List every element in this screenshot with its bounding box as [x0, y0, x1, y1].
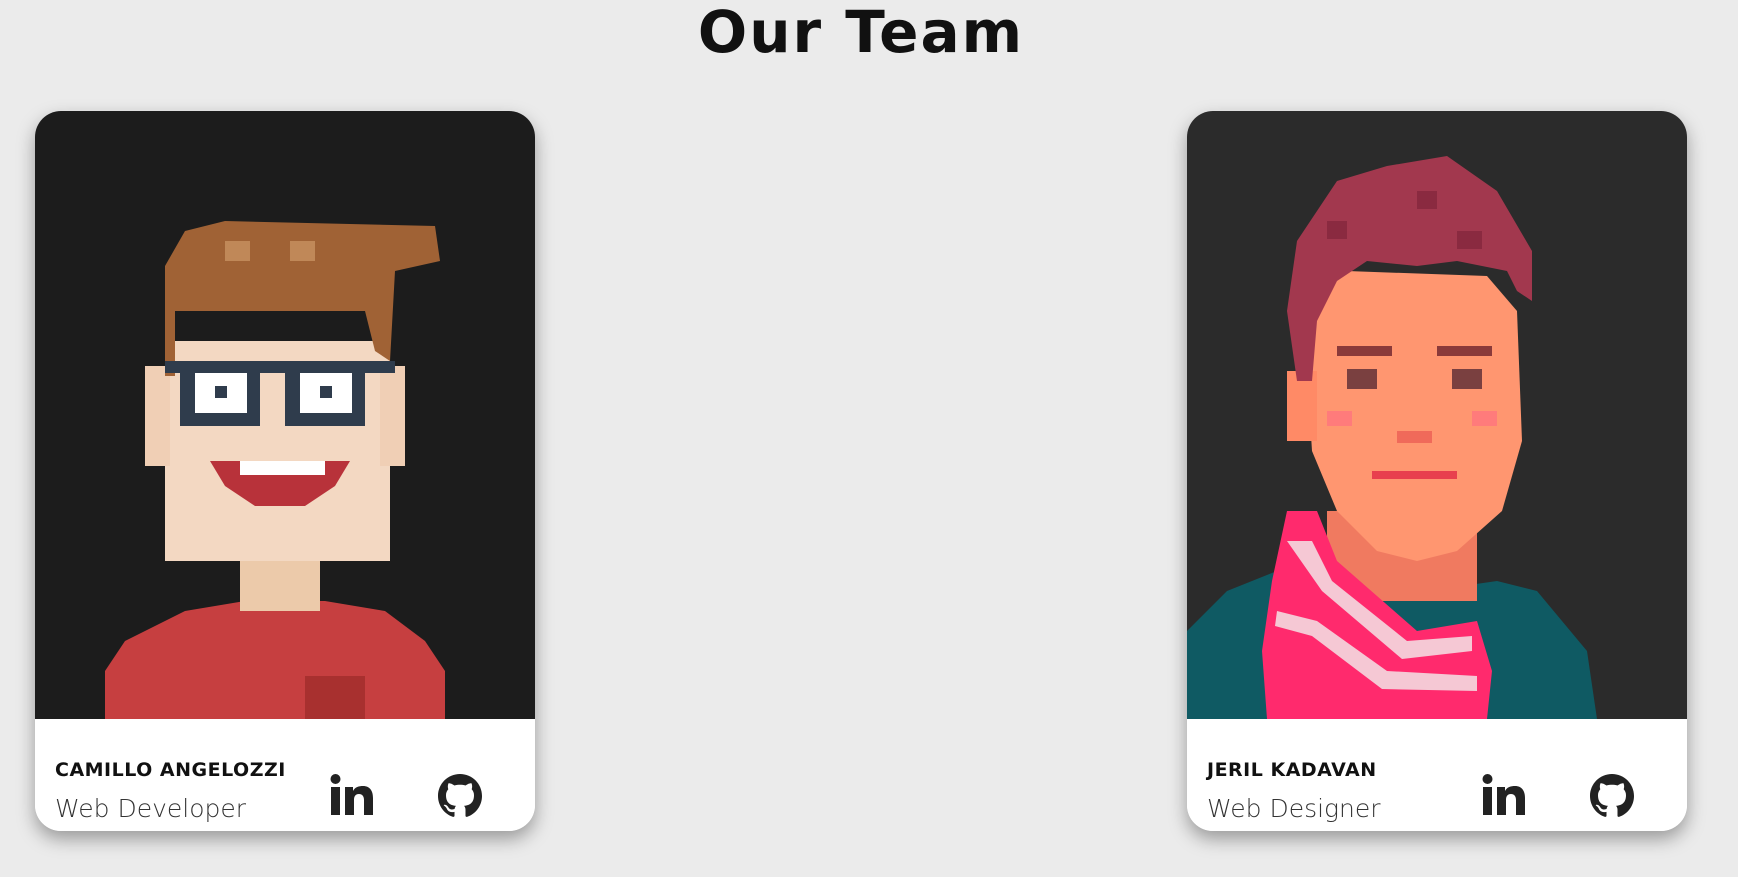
- linkedin-icon[interactable]: [1479, 771, 1529, 821]
- team-member-card: CAMILLO ANGELOZZI Web Developer: [35, 111, 535, 831]
- page-title: Our Team: [697, 0, 1025, 66]
- linkedin-icon[interactable]: [327, 771, 377, 821]
- member-avatar: [35, 111, 535, 719]
- member-info: CAMILLO ANGELOZZI Web Developer: [35, 719, 535, 831]
- team-member-card: JERIL KADAVAN Web Designer: [1187, 111, 1687, 831]
- github-icon[interactable]: [435, 771, 485, 821]
- member-name: JERIL KADAVAN: [1207, 759, 1377, 781]
- member-name: CAMILLO ANGELOZZI: [55, 759, 286, 781]
- member-role: Web Designer: [1207, 794, 1381, 823]
- member-role: Web Developer: [55, 794, 247, 823]
- member-avatar: [1187, 111, 1687, 719]
- member-info: JERIL KADAVAN Web Designer: [1187, 719, 1687, 831]
- github-icon[interactable]: [1587, 771, 1637, 821]
